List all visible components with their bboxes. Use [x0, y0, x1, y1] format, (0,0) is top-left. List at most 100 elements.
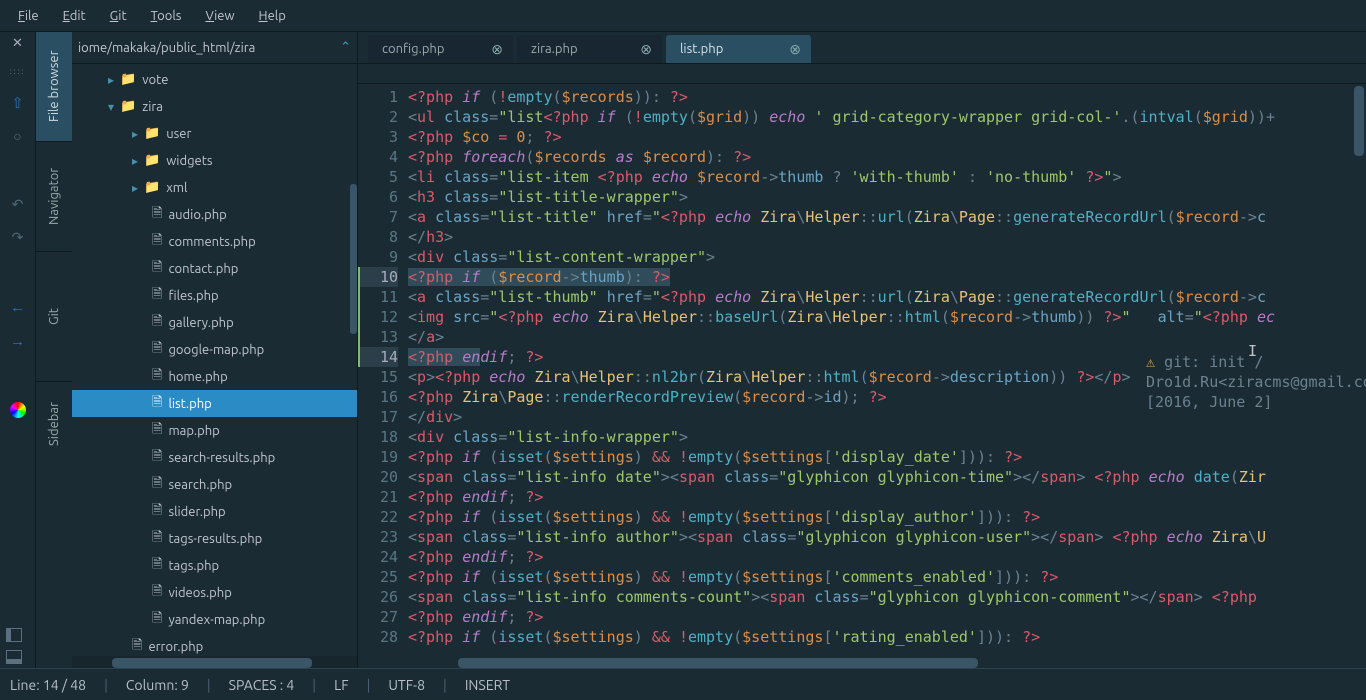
- circle-icon[interactable]: ○: [13, 128, 21, 144]
- code-line[interactable]: <span class="list-info author"><span cla…: [408, 527, 1366, 547]
- tree-folder[interactable]: ▸📁xml: [72, 174, 357, 201]
- line-number[interactable]: 19: [358, 447, 398, 467]
- tree-file[interactable]: 🗎gallery.php: [72, 309, 357, 336]
- code-line[interactable]: </h3>: [408, 227, 1366, 247]
- menu-view[interactable]: View: [193, 5, 246, 27]
- menu-edit[interactable]: Edit: [51, 5, 98, 27]
- layout-bottom-icon[interactable]: [6, 650, 22, 664]
- line-number[interactable]: 21: [358, 487, 398, 507]
- code-line[interactable]: <span class="list-info comments-count"><…: [408, 587, 1366, 607]
- line-number[interactable]: 12: [358, 307, 398, 327]
- code-line[interactable]: <?php if ($record->thumb): ?>: [408, 267, 1366, 287]
- code-line[interactable]: <?php foreach($records as $record): ?>: [408, 147, 1366, 167]
- code-line[interactable]: <div class="list-content-wrapper">: [408, 247, 1366, 267]
- line-number[interactable]: 4: [358, 147, 398, 167]
- code-line[interactable]: <ul class="list<?php if (!empty($grid)) …: [408, 107, 1366, 127]
- tree-file[interactable]: 🗎search-results.php: [72, 444, 357, 471]
- editor-tab[interactable]: list.php⊗: [666, 35, 811, 63]
- line-number[interactable]: 9: [358, 247, 398, 267]
- redo-icon[interactable]: ↷: [12, 229, 24, 246]
- status-indent[interactable]: SPACES : 4: [229, 677, 295, 693]
- line-number[interactable]: 11: [358, 287, 398, 307]
- tree-folder[interactable]: ▾📁zira: [72, 93, 357, 120]
- layout-split-icon[interactable]: [6, 628, 22, 642]
- tab-git[interactable]: Git: [36, 252, 72, 382]
- forward-arrow-icon[interactable]: →: [10, 332, 25, 350]
- disclosure-icon[interactable]: ▸: [132, 154, 138, 168]
- menu-file[interactable]: File: [6, 5, 51, 27]
- tree-hscroll-track[interactable]: [72, 656, 357, 668]
- line-number[interactable]: 3: [358, 127, 398, 147]
- line-number[interactable]: 18: [358, 427, 398, 447]
- line-number[interactable]: 17: [358, 407, 398, 427]
- line-number[interactable]: 1: [358, 87, 398, 107]
- line-number[interactable]: 24: [358, 547, 398, 567]
- code-editor[interactable]: 1234567891011121314151617181920212223242…: [358, 84, 1366, 668]
- disclosure-icon[interactable]: ▾: [108, 100, 114, 114]
- menu-git[interactable]: Git: [98, 5, 139, 27]
- tree-file[interactable]: 🗎contact.php: [72, 255, 357, 282]
- code-line[interactable]: <div class="list-info-wrapper">: [408, 427, 1366, 447]
- tab-close-icon[interactable]: ⊗: [789, 41, 801, 58]
- line-number[interactable]: 26: [358, 587, 398, 607]
- tree-file[interactable]: 🗎videos.php: [72, 579, 357, 606]
- tree-file[interactable]: 🗎slider.php: [72, 498, 357, 525]
- line-number[interactable]: 15: [358, 367, 398, 387]
- tree-folder[interactable]: ▸📁user: [72, 120, 357, 147]
- editor-hscrollbar[interactable]: [458, 658, 978, 668]
- disclosure-icon[interactable]: ▸: [132, 127, 138, 141]
- code-line[interactable]: <span class="list-info date"><span class…: [408, 467, 1366, 487]
- code-line[interactable]: <h3 class="list-title-wrapper">: [408, 187, 1366, 207]
- tab-close-icon[interactable]: ⊗: [640, 41, 652, 58]
- back-arrow-icon[interactable]: ←: [10, 298, 25, 316]
- code-line[interactable]: </a>: [408, 327, 1366, 347]
- code-line[interactable]: <?php endif; ?>: [408, 487, 1366, 507]
- line-number[interactable]: 6: [358, 187, 398, 207]
- line-number[interactable]: 5: [358, 167, 398, 187]
- code-line[interactable]: <?php endif; ?>: [408, 547, 1366, 567]
- code-line[interactable]: <?php $co = 0; ?>: [408, 127, 1366, 147]
- code-line[interactable]: <?php if (isset($settings) && !empty($se…: [408, 447, 1366, 467]
- code-line[interactable]: <a class="list-thumb" href="<?php echo Z…: [408, 287, 1366, 307]
- menu-tools[interactable]: Tools: [139, 5, 194, 27]
- tree-file[interactable]: 🗎home.php: [72, 363, 357, 390]
- tab-close-icon[interactable]: ⊗: [491, 41, 503, 58]
- tab-navigator[interactable]: Navigator: [36, 142, 72, 252]
- line-number[interactable]: 7: [358, 207, 398, 227]
- undo-icon[interactable]: ↶: [12, 196, 24, 213]
- tree-file[interactable]: 🗎comments.php: [72, 228, 357, 255]
- color-picker-icon[interactable]: [10, 402, 26, 418]
- code-line[interactable]: <?php if (!empty($records)): ?>: [408, 87, 1366, 107]
- line-number[interactable]: 23: [358, 527, 398, 547]
- tree-folder[interactable]: ▸📁widgets: [72, 147, 357, 174]
- tree-scrollbar[interactable]: [350, 184, 357, 334]
- line-number[interactable]: 28: [358, 627, 398, 647]
- editor-vscrollbar[interactable]: [1354, 86, 1364, 156]
- tab-file-browser[interactable]: File browser: [36, 32, 72, 142]
- tree-file[interactable]: 🗎list.php: [72, 390, 357, 417]
- status-eol[interactable]: LF: [334, 677, 349, 693]
- tree-file[interactable]: 🗎files.php: [72, 282, 357, 309]
- code-line[interactable]: <?php if (isset($settings) && !empty($se…: [408, 567, 1366, 587]
- status-encoding[interactable]: UTF-8: [388, 677, 425, 693]
- tree-file[interactable]: 🗎tags-results.php: [72, 525, 357, 552]
- menu-help[interactable]: Help: [247, 5, 298, 27]
- tree-file[interactable]: 🗎tags.php: [72, 552, 357, 579]
- line-number[interactable]: 20: [358, 467, 398, 487]
- line-number[interactable]: 22: [358, 507, 398, 527]
- code-line[interactable]: <img src="<?php echo Zira\Helper::baseUr…: [408, 307, 1366, 327]
- editor-tab[interactable]: config.php⊗: [368, 35, 513, 63]
- tree-file[interactable]: 🗎search.php: [72, 471, 357, 498]
- code-line[interactable]: <?php if (isset($settings) && !empty($se…: [408, 507, 1366, 527]
- close-icon[interactable]: ✕: [12, 36, 23, 51]
- code-line[interactable]: <a class="list-title" href="<?php echo Z…: [408, 207, 1366, 227]
- tree-folder[interactable]: ▸📁vote: [72, 66, 357, 93]
- line-number[interactable]: 27: [358, 607, 398, 627]
- line-number[interactable]: 14: [358, 347, 398, 367]
- line-number[interactable]: 2: [358, 107, 398, 127]
- upload-icon[interactable]: ⇧: [11, 94, 24, 112]
- disclosure-icon[interactable]: ▸: [132, 181, 138, 195]
- tree-file[interactable]: 🗎yandex-map.php: [72, 606, 357, 633]
- tree-file[interactable]: 🗎audio.php: [72, 201, 357, 228]
- code-line[interactable]: <li class="list-item <?php echo $record-…: [408, 167, 1366, 187]
